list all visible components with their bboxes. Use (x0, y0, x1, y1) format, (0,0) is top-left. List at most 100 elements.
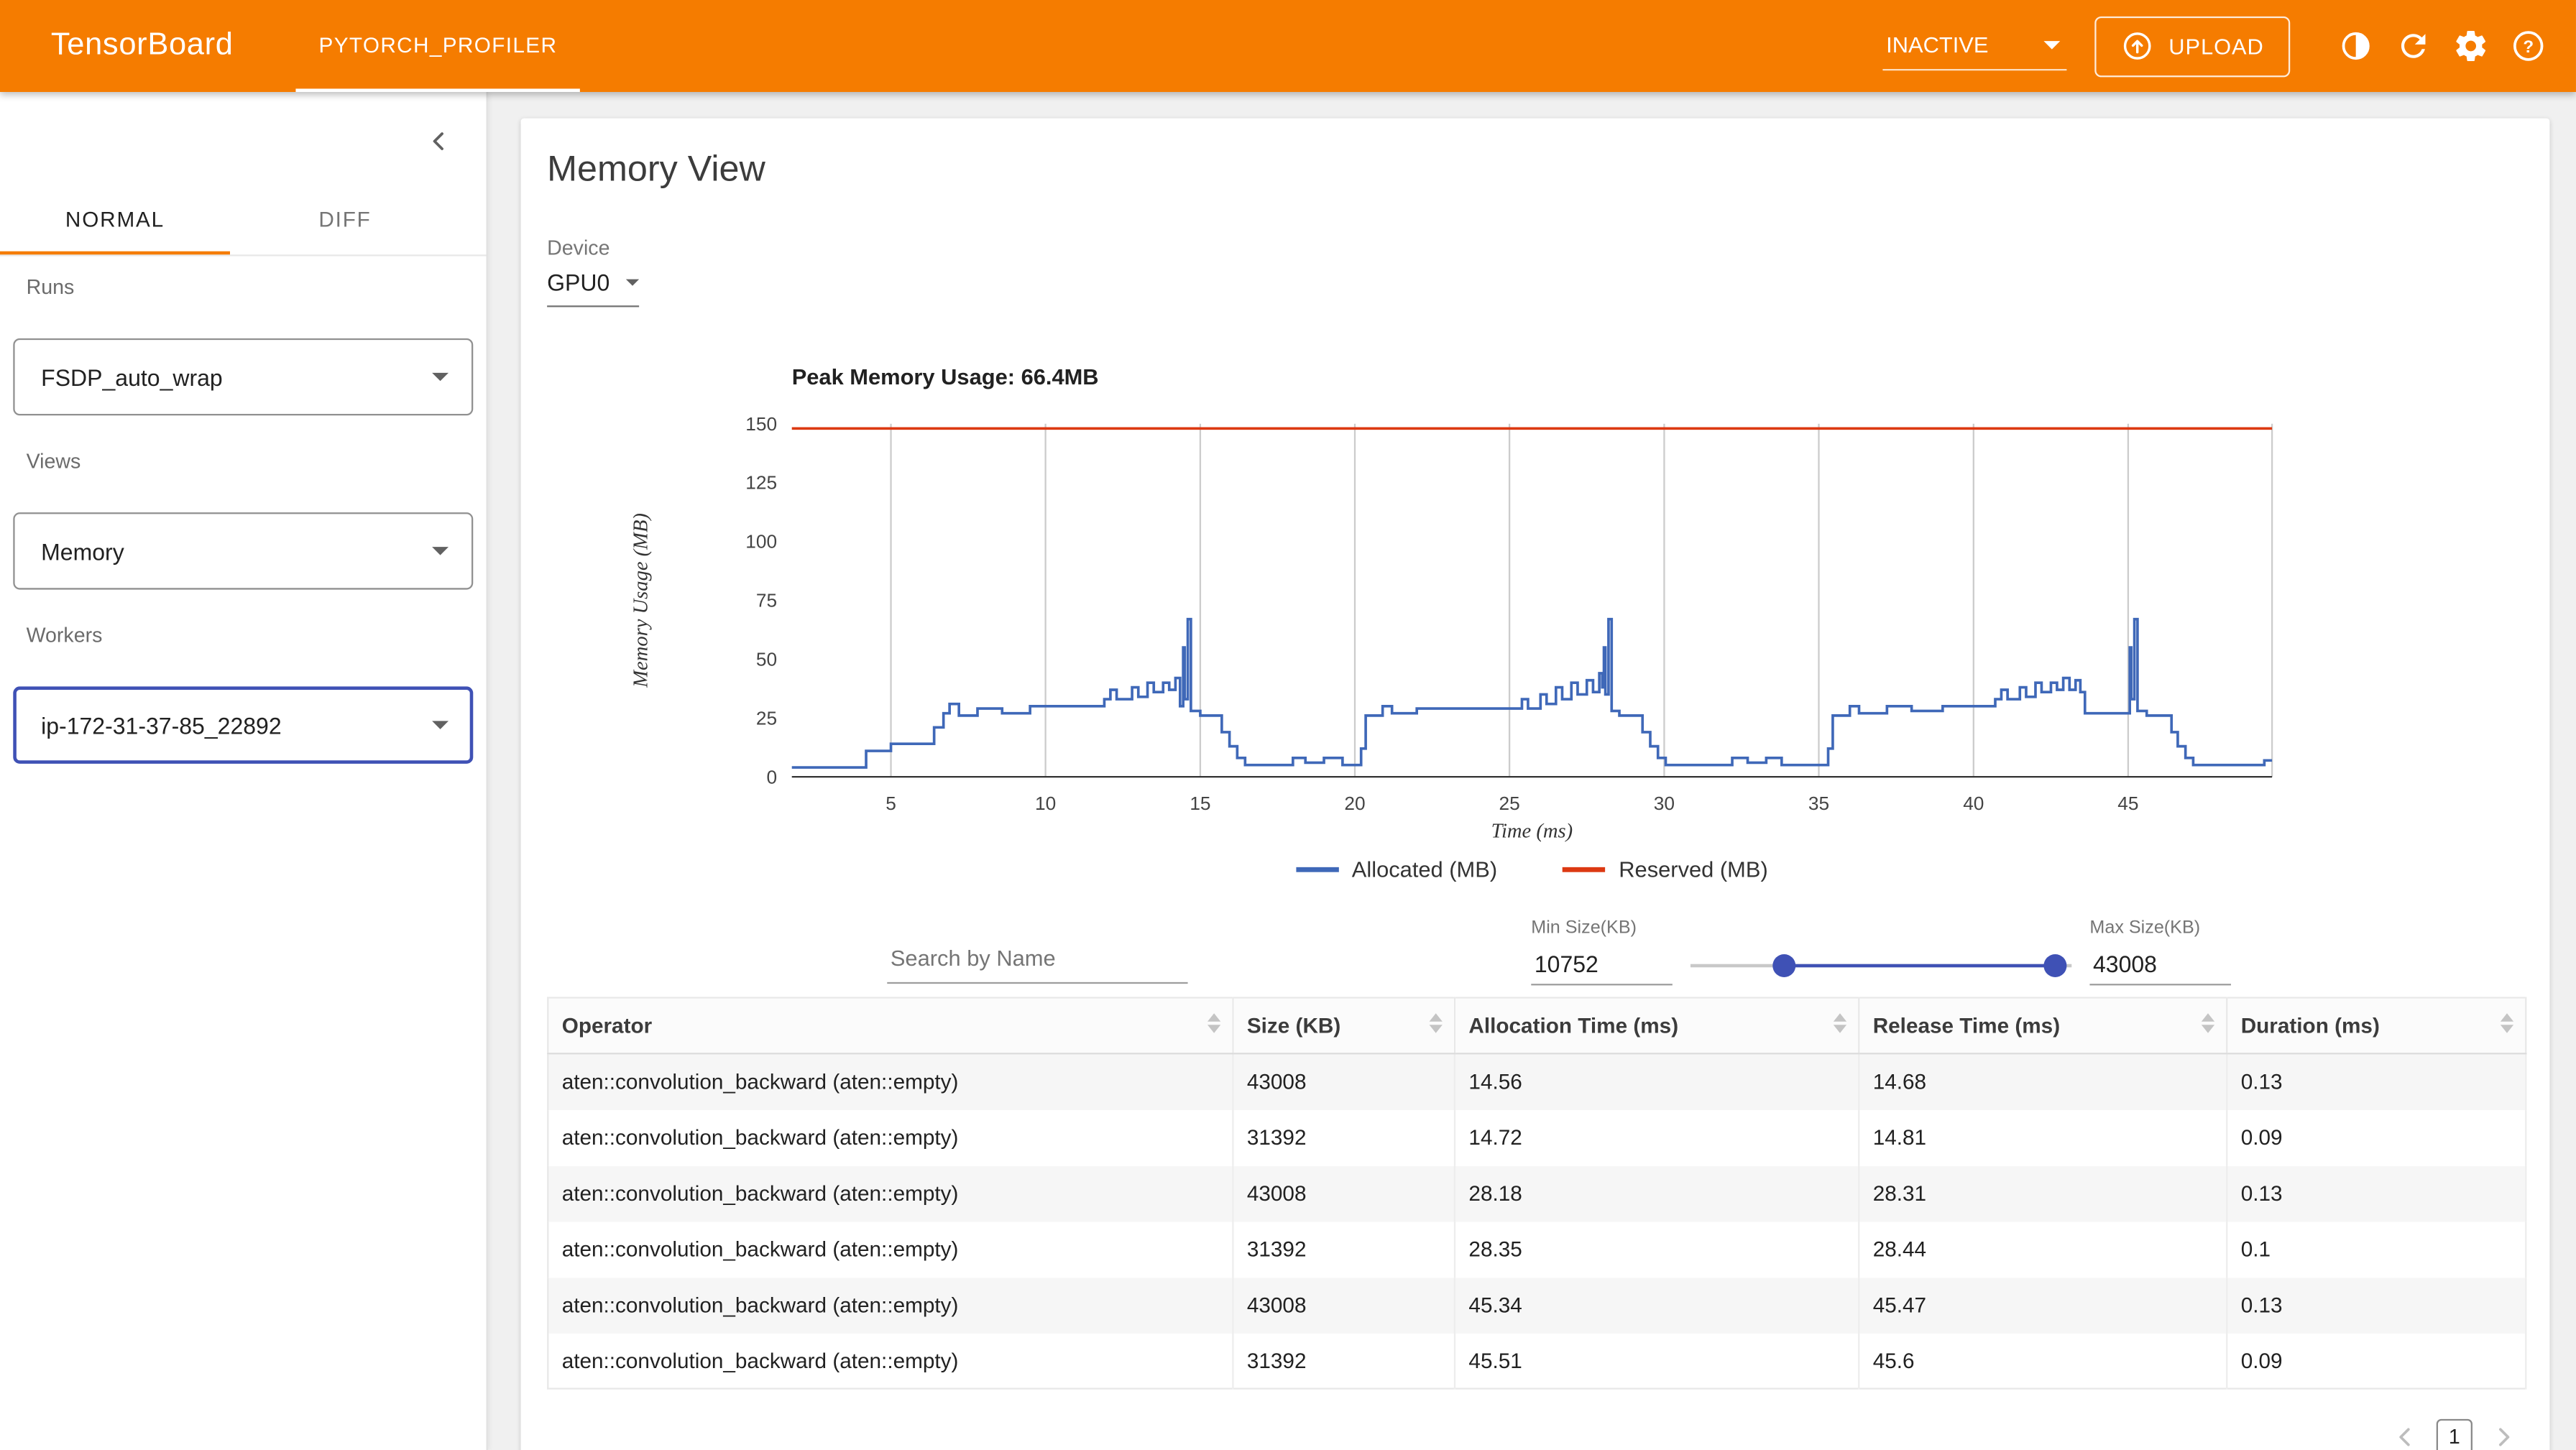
size-range-slider[interactable] (1690, 948, 2071, 984)
sort-icon[interactable] (1208, 1012, 1220, 1032)
caret-down-icon (432, 547, 448, 555)
upload-button[interactable]: UPLOAD (2094, 16, 2290, 77)
app-title[interactable]: TensorBoard (51, 28, 234, 64)
top-bar: TensorBoard PYTORCH_PROFILER INACTIVE UP… (0, 0, 2576, 92)
min-size-label: Min Size(KB) (1531, 918, 1679, 938)
table-cell: 14.81 (1859, 1109, 2227, 1165)
max-size-label: Max Size(KB) (2089, 918, 2237, 938)
chevron-left-icon (421, 124, 454, 157)
column-header[interactable]: Release Time (ms) (1859, 998, 2227, 1054)
page-title: Memory View (547, 148, 765, 190)
device-select[interactable]: GPU0 (547, 269, 639, 308)
theme-toggle-button[interactable] (2327, 17, 2384, 75)
table-cell: 14.56 (1455, 1053, 1859, 1109)
table-body: aten::convolution_backward (aten::empty)… (548, 1053, 2526, 1388)
workers-select-value: ip-172-31-37-85_22892 (41, 712, 281, 739)
svg-text:Memory Usage (MB): Memory Usage (MB) (630, 513, 653, 688)
min-size-field: Min Size(KB) (1531, 918, 1679, 986)
table-cell: 0.13 (2227, 1165, 2526, 1222)
svg-text:75: 75 (756, 590, 777, 611)
table-row: aten::convolution_backward (aten::empty)… (548, 1165, 2526, 1222)
workers-label: Workers (27, 624, 460, 649)
svg-text:Time (ms): Time (ms) (1491, 821, 1573, 843)
table-cell: 0.13 (2227, 1053, 2526, 1109)
table-row: aten::convolution_backward (aten::empty)… (548, 1277, 2526, 1333)
device-select-value: GPU0 (547, 269, 610, 296)
upload-label: UPLOAD (2168, 34, 2263, 58)
collapse-sidebar-button[interactable] (409, 111, 466, 169)
slider-handle-min[interactable] (1772, 954, 1795, 977)
table-cell: aten::convolution_backward (aten::empty) (548, 1277, 1233, 1333)
legend-item-allocated: Allocated (MB) (1296, 857, 1497, 882)
tensorboard-app: TensorBoard PYTORCH_PROFILER INACTIVE UP… (0, 0, 2576, 1450)
table-cell: 45.6 (1859, 1333, 2227, 1389)
table-cell: 43008 (1233, 1165, 1455, 1222)
svg-text:150: 150 (745, 413, 777, 435)
svg-text:125: 125 (745, 472, 777, 494)
table-cell: 0.1 (2227, 1221, 2526, 1277)
column-header[interactable]: Duration (ms) (2227, 998, 2526, 1054)
search-input[interactable] (887, 935, 1187, 984)
svg-text:0: 0 (767, 766, 778, 788)
current-page-button[interactable]: 1 (2437, 1419, 2472, 1450)
refresh-button[interactable] (2384, 17, 2442, 75)
table-cell: 0.09 (2227, 1333, 2526, 1389)
svg-text:100: 100 (745, 531, 777, 553)
sort-icon[interactable] (1430, 1012, 1443, 1032)
svg-text:?: ? (2522, 37, 2533, 57)
tab-pytorch-profiler[interactable]: PYTORCH_PROFILER (295, 0, 580, 92)
max-size-input[interactable] (2089, 943, 2231, 985)
column-header-label: Allocation Time (ms) (1468, 1013, 1678, 1038)
table-row: aten::convolution_backward (aten::empty)… (548, 1053, 2526, 1109)
column-header[interactable]: Allocation Time (ms) (1455, 998, 1859, 1054)
sidebar-tabs: NORMAL DIFF (0, 188, 487, 257)
svg-text:40: 40 (1963, 793, 1984, 814)
legend-label-reserved: Reserved (MB) (1619, 857, 1767, 882)
table-cell: 28.44 (1859, 1221, 2227, 1277)
svg-text:20: 20 (1344, 793, 1365, 814)
min-size-input[interactable] (1531, 943, 1673, 985)
sort-icon[interactable] (1834, 1012, 1846, 1032)
slider-active-range (1784, 964, 2055, 968)
tab-normal[interactable]: NORMAL (0, 188, 230, 255)
runs-select[interactable]: FSDP_auto_wrap (13, 338, 473, 415)
views-label: Views (27, 450, 460, 474)
table-cell: 28.35 (1455, 1221, 1859, 1277)
column-header-label: Operator (562, 1013, 652, 1038)
settings-button[interactable] (2442, 17, 2499, 75)
next-page-button[interactable] (2488, 1421, 2521, 1450)
table-cell: 28.18 (1455, 1165, 1859, 1222)
table-cell: aten::convolution_backward (aten::empty) (548, 1165, 1233, 1222)
sort-icon[interactable] (2501, 1012, 2513, 1032)
table-cell: aten::convolution_backward (aten::empty) (548, 1333, 1233, 1389)
svg-text:Peak Memory Usage: 66.4MB: Peak Memory Usage: 66.4MB (792, 364, 1099, 389)
svg-text:30: 30 (1654, 793, 1675, 814)
table-row: aten::convolution_backward (aten::empty)… (548, 1221, 2526, 1277)
pagination: 1 (2388, 1419, 2520, 1450)
caret-down-icon (432, 373, 448, 381)
svg-text:25: 25 (1499, 793, 1519, 814)
views-select[interactable]: Memory (13, 512, 473, 589)
help-button[interactable]: ? (2499, 17, 2557, 75)
table-cell: 14.68 (1859, 1053, 2227, 1109)
svg-text:35: 35 (1808, 793, 1829, 814)
column-header[interactable]: Operator (548, 998, 1233, 1054)
table-cell: 45.47 (1859, 1277, 2227, 1333)
slider-handle-max[interactable] (2043, 954, 2066, 977)
previous-page-button[interactable] (2388, 1421, 2421, 1450)
sidebar-collapse-row (0, 92, 487, 188)
workers-select[interactable]: ip-172-31-37-85_22892 (13, 686, 473, 763)
column-header-label: Duration (ms) (2241, 1013, 2380, 1038)
legend-swatch-allocated (1296, 867, 1338, 872)
sort-icon[interactable] (2202, 1012, 2214, 1032)
run-state-select[interactable]: INACTIVE (1883, 22, 2067, 70)
runs-select-value: FSDP_auto_wrap (41, 364, 223, 390)
memory-view-card: Memory View Device GPU0 5101520253035404… (521, 119, 2550, 1450)
chart-legend: Allocated (MB) Reserved (MB) (792, 857, 2272, 882)
tab-diff[interactable]: DIFF (230, 188, 460, 255)
memory-usage-chart: 510152025303540450255075100125150Peak Me… (625, 358, 2300, 851)
table-cell: aten::convolution_backward (aten::empty) (548, 1053, 1233, 1109)
table-cell: 31392 (1233, 1221, 1455, 1277)
column-header[interactable]: Size (KB) (1233, 998, 1455, 1054)
legend-label-allocated: Allocated (MB) (1352, 857, 1497, 882)
